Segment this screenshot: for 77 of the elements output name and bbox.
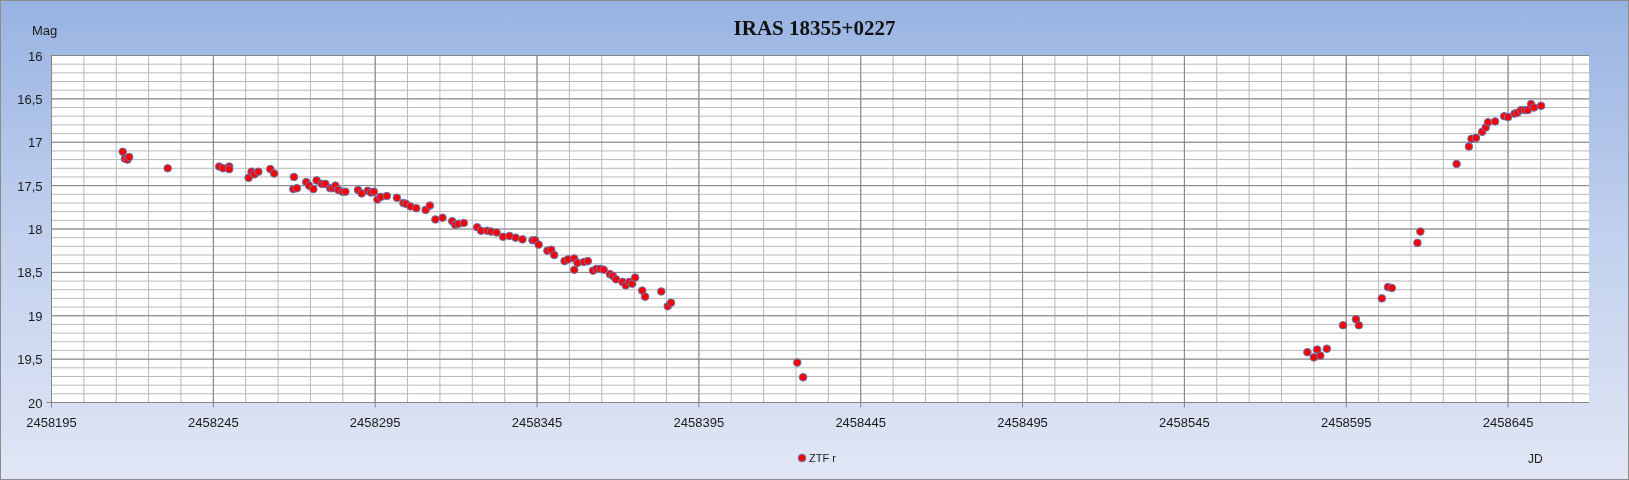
- tick-label: 2458245: [188, 414, 239, 430]
- data-point: [412, 203, 421, 213]
- data-point: [1483, 118, 1493, 127]
- data-point: [254, 167, 263, 177]
- data-point: [1503, 112, 1513, 122]
- data-point: [630, 273, 640, 282]
- data-point: [289, 172, 299, 182]
- data-point: [492, 228, 501, 237]
- axis-label: Mag: [32, 23, 58, 38]
- data-point: [1413, 238, 1422, 248]
- data-point: [163, 164, 172, 173]
- data-point: [569, 265, 579, 275]
- data-point: [573, 258, 582, 268]
- data-point: [1338, 321, 1348, 330]
- data-point: [459, 218, 469, 228]
- data-point: [534, 240, 543, 249]
- data-point: [798, 373, 808, 382]
- data-point: [341, 187, 350, 196]
- data-point: [1471, 133, 1481, 143]
- data-point: [611, 275, 621, 284]
- data-point: [431, 215, 440, 224]
- tick-label: 19: [28, 308, 43, 324]
- tick-label: 2458395: [673, 414, 725, 430]
- data-point: [118, 147, 127, 157]
- data-point: [1316, 351, 1325, 360]
- axis-label: JD: [1528, 452, 1543, 466]
- data-point: [357, 189, 366, 198]
- data-point: [392, 193, 402, 203]
- tick-label: 2458645: [1482, 414, 1534, 430]
- tick-label: 2458445: [835, 414, 886, 430]
- tick-label: 20: [28, 395, 43, 411]
- tick-label: 2458195: [26, 414, 77, 430]
- data-point: [312, 176, 321, 185]
- data-point: [1387, 283, 1397, 293]
- data-point: [511, 233, 520, 242]
- data-point: [792, 358, 802, 367]
- tick-label: 16,5: [17, 91, 43, 107]
- data-point: [309, 184, 318, 194]
- data-point: [549, 250, 559, 260]
- data-point: [657, 287, 666, 296]
- data-point: [1309, 353, 1319, 362]
- data-point: [1312, 345, 1322, 354]
- data-point: [599, 265, 608, 275]
- data-point: [1377, 294, 1387, 303]
- data-point: [269, 169, 279, 178]
- data-point: [640, 292, 650, 301]
- data-point: [292, 183, 302, 193]
- data-point: [583, 256, 593, 266]
- tick-label: 17,5: [17, 178, 43, 194]
- tick-label: 2458295: [349, 414, 401, 430]
- data-point: [1354, 321, 1364, 330]
- data-point: [637, 286, 647, 295]
- data-point: [438, 213, 447, 222]
- data-point: [1490, 117, 1500, 126]
- tick-label: 18,5: [17, 265, 43, 281]
- data-point: [1464, 142, 1474, 151]
- data-point: [1529, 103, 1539, 112]
- tick-label: 18: [28, 222, 43, 237]
- tick-label: 2458545: [1159, 414, 1210, 430]
- tick-label: 2458595: [1320, 414, 1372, 430]
- data-point: [1536, 101, 1546, 111]
- tick-label: 19,5: [17, 352, 43, 368]
- data-point: [627, 279, 637, 288]
- data-point: [1416, 227, 1425, 236]
- data-point: [369, 187, 379, 196]
- legend-label: ZTF r: [809, 452, 836, 464]
- data-point: [425, 201, 435, 210]
- tick-label: 2458495: [997, 414, 1048, 430]
- data-point: [518, 235, 527, 244]
- chart-title: IRAS 18355+0227: [733, 16, 896, 40]
- data-point: [1303, 347, 1312, 357]
- data-point: [1322, 344, 1332, 353]
- tick-label: 16: [28, 48, 43, 64]
- data-point: [1452, 159, 1461, 169]
- tick-label: 2458345: [511, 414, 563, 430]
- tick-label: 17: [28, 135, 43, 151]
- data-point: [382, 191, 392, 201]
